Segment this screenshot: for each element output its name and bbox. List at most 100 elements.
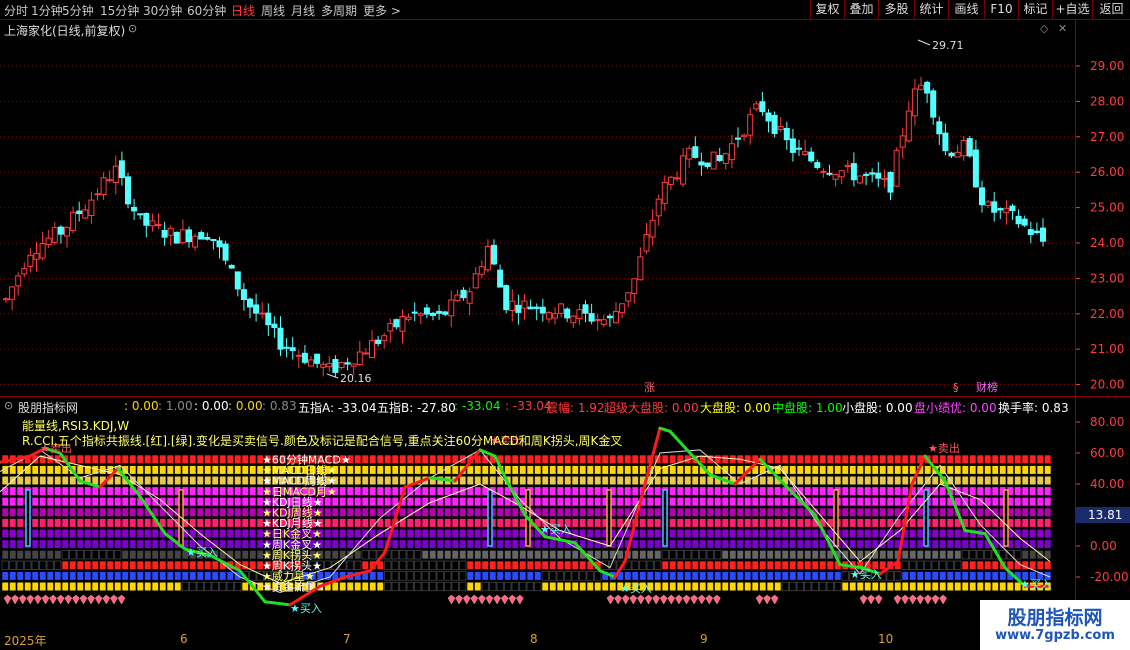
signal-cell [541, 539, 549, 549]
signal-cell [631, 571, 639, 581]
signal-cell [631, 560, 639, 570]
signal-cell [901, 571, 909, 581]
price-axis-label: 25.00 [1090, 201, 1124, 215]
signal-cell [879, 465, 887, 475]
candle-body [930, 90, 937, 118]
signal-cell [226, 486, 234, 496]
signal-cell [931, 528, 939, 539]
signal-cell [241, 550, 249, 560]
signal-cell [144, 465, 152, 475]
candle-body [979, 187, 985, 206]
signal-cell [1006, 475, 1014, 486]
signal-cell [676, 497, 684, 507]
signal-cell [84, 497, 92, 507]
signal-cell [54, 560, 62, 570]
signal-cell [571, 497, 579, 507]
candle-body [94, 193, 101, 196]
signal-cell [9, 550, 17, 560]
signal-cell [946, 507, 954, 517]
candle-body [649, 219, 656, 238]
signal-cell [676, 475, 684, 486]
signal-cell [54, 486, 62, 496]
date-label-8: 8 [530, 632, 538, 646]
signal-cell [324, 539, 332, 549]
signal-cell [39, 539, 47, 549]
signal-cell [969, 465, 977, 475]
signal-cell [459, 550, 467, 560]
signal-cell [61, 475, 69, 486]
signal-cell [496, 507, 504, 517]
signal-cell [121, 550, 129, 560]
signal-cell [406, 465, 414, 475]
signal-cell [241, 486, 249, 496]
diamond-marker [667, 594, 676, 605]
candle-body [905, 110, 912, 142]
signal-cell [946, 528, 954, 539]
signal-cell [346, 539, 354, 549]
signal-cell [346, 465, 354, 475]
signal-cell [579, 486, 587, 496]
signal-cell [46, 550, 54, 560]
candle-body [857, 175, 863, 184]
signal-cell [369, 475, 377, 486]
signal-cell [721, 486, 729, 496]
candle-body [15, 275, 22, 287]
signal-cell [894, 486, 902, 496]
signal-cell [699, 560, 707, 570]
diamond-marker [470, 594, 479, 605]
signal-cell [736, 550, 744, 560]
signal-cell [31, 475, 39, 486]
candle-body [521, 300, 528, 309]
signal-cell [894, 465, 902, 475]
diamond-marker [26, 594, 35, 605]
signal-cell [91, 560, 99, 570]
signal-cell [204, 497, 212, 507]
signal-cell [166, 454, 174, 464]
signal-cell [504, 571, 512, 581]
signal-cell [901, 454, 909, 464]
signal-cell [699, 581, 707, 592]
signal-cell [984, 581, 992, 592]
signal-cell [691, 539, 699, 549]
signal-cell [849, 507, 857, 517]
signal-cell [594, 528, 602, 539]
signal-cell [526, 550, 534, 560]
signal-cell [556, 560, 564, 570]
chart-canvas[interactable]: 29.0028.0027.0026.0025.0024.0023.0022.00… [0, 0, 1130, 650]
candle-body [814, 162, 821, 168]
candle-body [985, 201, 992, 207]
signal-cell [616, 507, 624, 517]
signal-cell [114, 528, 122, 539]
signal-cell [901, 560, 909, 570]
signal-cell [391, 497, 399, 507]
indicator-value-3: : 0.00 [194, 399, 229, 413]
signal-cell [421, 528, 429, 539]
signal-cell [406, 550, 414, 560]
turnover-value: 换手率: 0.83 [998, 401, 1069, 415]
signal-cell [706, 539, 714, 549]
signal-cell [579, 581, 587, 592]
indicator-toggle-icon[interactable]: ⊙ [4, 399, 13, 412]
indicator-name[interactable]: 股朋指标网 [18, 399, 78, 416]
signal-cell [361, 454, 369, 464]
signal-cell [1014, 539, 1022, 549]
signal-cell [744, 581, 752, 592]
signal-cell [721, 581, 729, 592]
signal-cell [361, 518, 369, 528]
signal-cell [1029, 454, 1037, 464]
signal-cell [796, 475, 804, 486]
candle-body [820, 170, 827, 173]
diamond-marker [493, 594, 501, 605]
signal-cell [444, 486, 452, 496]
signal-cell [759, 539, 767, 549]
diamond-marker [621, 594, 630, 605]
signal-cell [226, 454, 234, 464]
signal-cell [1, 550, 9, 560]
candle-body [997, 208, 1004, 211]
signal-cell [399, 581, 407, 592]
signal-cell [519, 475, 527, 486]
signal-cell [841, 486, 849, 496]
signal-cell [1029, 518, 1037, 528]
signal-cell [601, 581, 609, 592]
signal-cell [234, 465, 242, 475]
